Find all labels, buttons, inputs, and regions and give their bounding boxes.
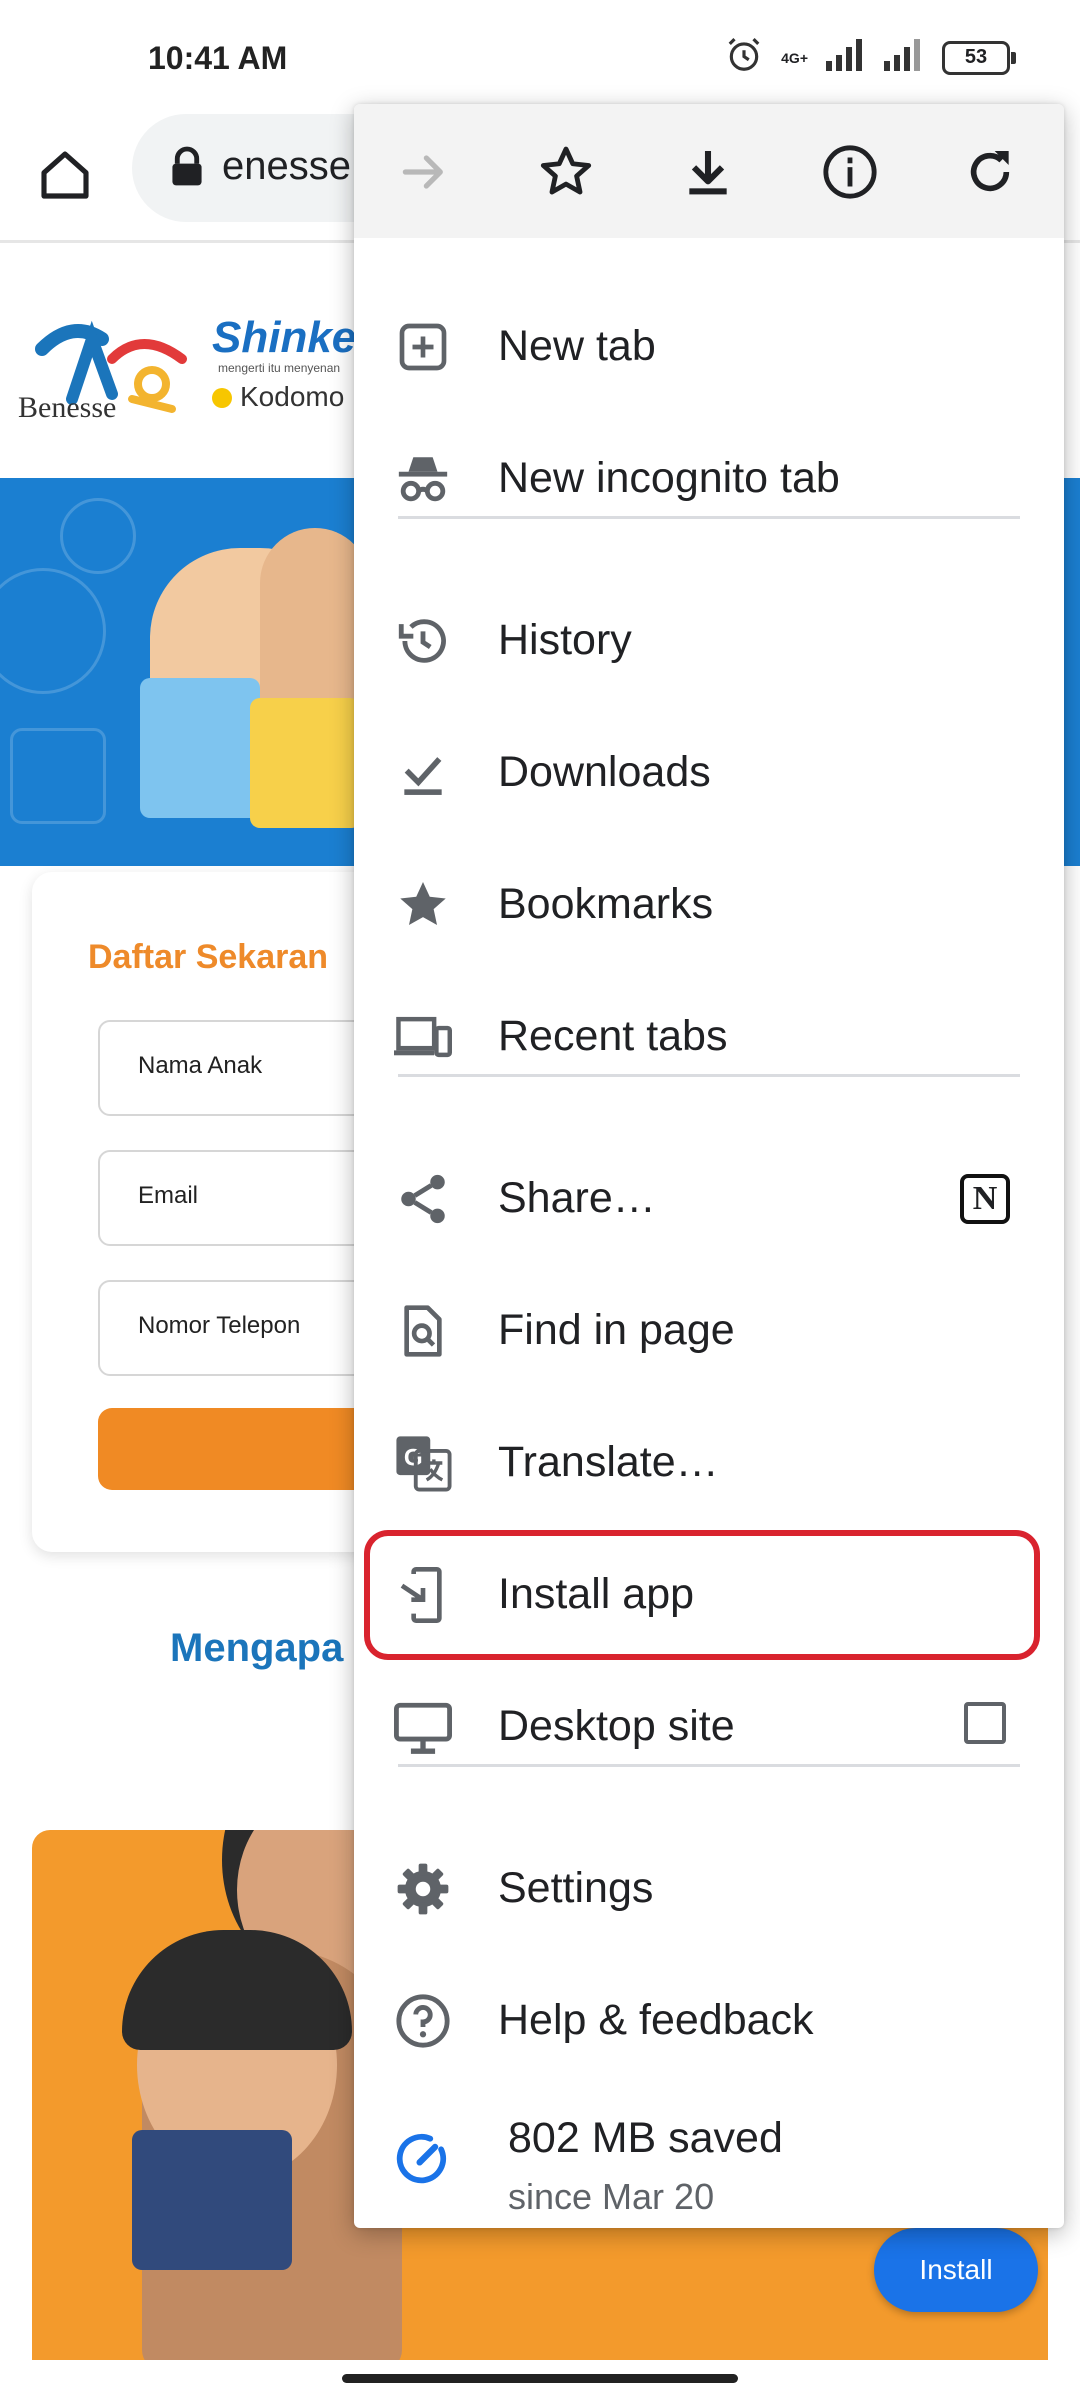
find-in-page-icon bbox=[394, 1302, 452, 1360]
menu-divider bbox=[398, 1764, 1020, 1767]
refresh-icon[interactable] bbox=[954, 136, 1026, 208]
notion-share-icon[interactable]: N bbox=[960, 1174, 1010, 1224]
shinkenzemi-wordmark: Shinke bbox=[212, 313, 357, 362]
menu-item-new-incognito-tab[interactable]: New incognito tab bbox=[354, 410, 1064, 542]
settings-icon bbox=[394, 1860, 452, 1918]
url-text[interactable]: enesse bbox=[222, 144, 351, 189]
form-title: Daftar Sekaran bbox=[88, 938, 329, 976]
install-app-highlight bbox=[364, 1530, 1040, 1660]
bookmark-star-icon[interactable] bbox=[530, 136, 602, 208]
data-saved-since: since Mar 20 bbox=[508, 2176, 715, 2217]
menu-action-row bbox=[354, 104, 1064, 238]
desktop-icon bbox=[394, 1698, 452, 1756]
menu-item-history[interactable]: History bbox=[354, 572, 1064, 704]
home-icon[interactable] bbox=[30, 140, 100, 210]
alarm-icon bbox=[725, 36, 763, 79]
data-saved-amount: 802 MB saved bbox=[508, 2114, 783, 2162]
menu-item-bookmarks[interactable]: Bookmarks bbox=[354, 836, 1064, 968]
menu-item-new-tab[interactable]: New tab bbox=[354, 278, 1064, 410]
battery-icon: 53 bbox=[942, 40, 1016, 75]
new-tab-icon bbox=[394, 318, 452, 376]
network-type-label: 4G+ bbox=[781, 49, 808, 66]
lock-icon bbox=[170, 146, 204, 191]
menu-item-data-saver[interactable]: 802 MB saved since Mar 20 bbox=[354, 2084, 1064, 2228]
downloads-icon bbox=[394, 744, 452, 802]
download-icon[interactable] bbox=[672, 136, 744, 208]
benesse-wordmark: Benesse bbox=[18, 391, 117, 424]
signal-icon bbox=[826, 39, 866, 76]
kodomo-dot-icon bbox=[212, 388, 232, 408]
svg-text:G: G bbox=[404, 1444, 423, 1471]
status-bar: 10:41 AM 4G+ 53 bbox=[0, 0, 1080, 110]
share-icon bbox=[394, 1170, 452, 1228]
menu-item-help-feedback[interactable]: Help & feedback bbox=[354, 1952, 1064, 2084]
history-icon bbox=[394, 612, 452, 670]
info-icon[interactable] bbox=[814, 136, 886, 208]
menu-item-find-in-page[interactable]: Find in page bbox=[354, 1262, 1064, 1394]
status-time: 10:41 AM bbox=[148, 40, 288, 76]
signal-icon-2 bbox=[884, 39, 924, 76]
bookmarks-icon bbox=[394, 876, 452, 934]
forward-icon[interactable] bbox=[388, 136, 460, 208]
incognito-icon bbox=[394, 450, 452, 508]
menu-item-desktop-site[interactable]: Desktop site bbox=[354, 1658, 1064, 1790]
gesture-bar[interactable] bbox=[342, 2374, 738, 2383]
help-icon bbox=[394, 1992, 452, 2050]
translate-icon: G bbox=[394, 1434, 452, 1492]
menu-item-share[interactable]: Share… N bbox=[354, 1130, 1064, 1262]
install-chip-button[interactable]: Install bbox=[874, 2228, 1038, 2312]
menu-item-settings[interactable]: Settings bbox=[354, 1820, 1064, 1952]
overflow-menu: New tab New incognito tab History Downlo… bbox=[354, 104, 1064, 2228]
menu-item-translate[interactable]: G Translate… bbox=[354, 1394, 1064, 1526]
recent-tabs-icon bbox=[394, 1008, 452, 1066]
kodomo-wordmark: Kodomo bbox=[212, 381, 344, 413]
data-saver-icon bbox=[394, 2130, 452, 2188]
shinkenzemi-tagline: mengerti itu menyenan bbox=[218, 361, 341, 375]
menu-divider bbox=[398, 1074, 1020, 1077]
menu-divider bbox=[398, 516, 1020, 519]
menu-item-downloads[interactable]: Downloads bbox=[354, 704, 1064, 836]
section-title: Mengapa bbox=[170, 1626, 344, 1670]
desktop-site-checkbox[interactable] bbox=[964, 1702, 1006, 1744]
menu-item-recent-tabs[interactable]: Recent tabs bbox=[354, 968, 1064, 1100]
status-icons: 4G+ 53 bbox=[725, 36, 1016, 79]
